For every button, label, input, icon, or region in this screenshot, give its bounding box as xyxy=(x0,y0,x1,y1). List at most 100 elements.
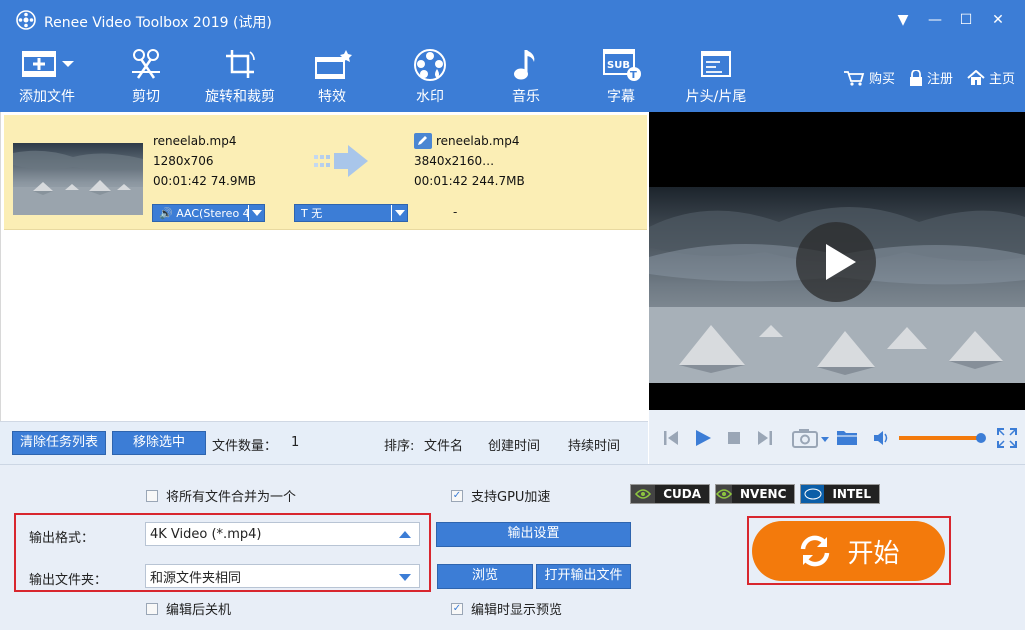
show-preview-checkbox[interactable]: ✓ 编辑时显示预览 xyxy=(451,599,562,618)
sort-by-filename[interactable]: 文件名 xyxy=(424,435,463,454)
window-title: Renee Video Toolbox 2019 (试用) xyxy=(44,15,272,31)
video-preview xyxy=(649,112,1025,410)
output-filename: reneelab.mp4 xyxy=(436,134,520,148)
home-link[interactable]: 主页 xyxy=(967,68,1015,87)
speaker-icon: 🔊 xyxy=(159,206,173,220)
account-links: 购买 注册 主页 xyxy=(843,68,1015,87)
toolbar-label: 旋转和裁剪 xyxy=(205,89,275,105)
open-folder-icon[interactable] xyxy=(836,428,858,446)
previous-icon[interactable] xyxy=(663,430,679,446)
start-button[interactable]: 开始 xyxy=(752,521,945,581)
refresh-icon xyxy=(801,535,830,567)
register-link[interactable]: 注册 xyxy=(909,68,953,87)
chevron-down-icon xyxy=(248,205,264,221)
output-folder-label: 输出文件夹： xyxy=(29,573,108,588)
rotate-crop-icon xyxy=(226,50,255,78)
output-resolution: 3840x2160… xyxy=(414,154,495,168)
file-count-label: 文件数量： xyxy=(212,439,278,454)
output-folder-value: 和源文件夹相同 xyxy=(150,570,242,586)
volume-fill xyxy=(899,436,981,440)
play-overlay-button[interactable] xyxy=(796,222,876,302)
svg-text:SUB: SUB xyxy=(607,60,630,71)
source-duration: 00:01:42 xyxy=(153,174,207,188)
main-toolbar: 添加文件 剪切 旋转和裁剪 特效 水印 音乐 SUB T 字幕 片头/片尾 购买… xyxy=(0,42,1025,112)
toolbar-add-file[interactable]: 添加文件 xyxy=(12,48,82,108)
shutdown-label: 编辑后关机 xyxy=(166,603,232,618)
merge-checkbox-box[interactable] xyxy=(146,489,158,502)
toolbar-label: 水印 xyxy=(416,89,444,105)
chevron-down-icon xyxy=(391,205,407,221)
preview-checkbox-box[interactable]: ✓ xyxy=(451,602,463,615)
volume-slider[interactable] xyxy=(899,433,986,443)
toolbar-label: 音乐 xyxy=(512,89,540,105)
home-icon xyxy=(967,69,985,85)
gpu-checkbox-box[interactable]: ✓ xyxy=(451,489,463,502)
title-bar: Renee Video Toolbox 2019 (试用) ▼ — ☐ ✕ xyxy=(0,0,1025,42)
maximize-button[interactable]: ☐ xyxy=(955,10,977,30)
close-button[interactable]: ✕ xyxy=(987,10,1009,30)
subtitle-t-icon: T xyxy=(301,207,308,220)
toolbar-music[interactable]: 音乐 xyxy=(498,48,554,108)
shutdown-checkbox-box[interactable] xyxy=(146,602,158,615)
gpu-accel-checkbox[interactable]: ✓ 支持GPU加速 xyxy=(451,486,550,505)
app-logo-icon xyxy=(16,10,36,30)
toolbar-label: 剪切 xyxy=(132,89,160,105)
volume-knob[interactable] xyxy=(975,433,986,443)
shutdown-after-checkbox[interactable]: 编辑后关机 xyxy=(146,599,231,618)
video-thumbnail xyxy=(13,143,143,215)
play-button[interactable] xyxy=(694,429,712,447)
toolbar-effects[interactable]: 特效 xyxy=(304,48,360,108)
task-list-actions: 清除任务列表 移除选中 文件数量： 1 排序: 文件名 创建时间 持续时间 xyxy=(0,421,648,464)
next-icon[interactable] xyxy=(757,430,773,446)
browse-button[interactable]: 浏览 xyxy=(437,564,533,589)
volume-icon[interactable] xyxy=(873,430,891,446)
sort-by-duration[interactable]: 持续时间 xyxy=(568,435,620,454)
intel-logo-icon xyxy=(801,485,825,503)
output-format-select[interactable]: 4K Video (*.mp4) xyxy=(145,522,420,546)
chevron-up-icon xyxy=(399,531,411,538)
chevron-down-icon xyxy=(399,574,411,581)
preview-label: 编辑时显示预览 xyxy=(471,603,563,618)
scissors-icon xyxy=(132,49,160,79)
stop-button[interactable] xyxy=(728,432,740,444)
player-controls xyxy=(649,410,1025,464)
fullscreen-icon[interactable] xyxy=(997,428,1017,448)
buy-link[interactable]: 购买 xyxy=(843,68,895,87)
toolbar-rotate-crop[interactable]: 旋转和裁剪 xyxy=(200,48,280,108)
nvidia-eye-icon xyxy=(716,485,732,503)
music-icon xyxy=(514,50,535,80)
cuda-label: CUDA xyxy=(663,487,701,501)
toolbar-label: 添加文件 xyxy=(19,89,75,105)
subtitle-icon: SUB T xyxy=(603,49,641,81)
edit-output-icon[interactable] xyxy=(414,133,432,149)
merge-files-checkbox[interactable]: 将所有文件合并为一个 xyxy=(146,486,296,505)
clear-list-button[interactable]: 清除任务列表 xyxy=(12,431,106,455)
nvidia-eye-icon xyxy=(631,485,656,503)
toolbar-cut[interactable]: 剪切 xyxy=(114,48,178,108)
minimize-button[interactable]: — xyxy=(924,10,946,30)
toolbar-subtitle[interactable]: SUB T 字幕 xyxy=(594,48,648,108)
gpu-label: 支持GPU加速 xyxy=(471,490,551,505)
source-filename: reneelab.mp4 xyxy=(153,134,237,148)
toolbar-watermark[interactable]: 水印 xyxy=(400,48,460,108)
menu-dropdown-button[interactable]: ▼ xyxy=(892,10,914,30)
start-label: 开始 xyxy=(847,538,900,569)
output-settings-button[interactable]: 输出设置 xyxy=(436,522,631,547)
toolbar-label: 特效 xyxy=(318,89,346,105)
watermark-icon xyxy=(414,49,446,81)
subtitle-select[interactable]: T 无 xyxy=(294,204,408,222)
open-output-folder-button[interactable]: 打开输出文件 xyxy=(536,564,631,589)
output-size: 244.7MB xyxy=(471,174,525,188)
add-file-icon xyxy=(22,51,74,77)
toolbar-intro-outro[interactable]: 片头/片尾 xyxy=(678,48,754,108)
output-format-label: 输出格式： xyxy=(29,531,95,546)
remove-selected-button[interactable]: 移除选中 xyxy=(112,431,206,455)
task-row[interactable]: reneelab.mp4 1280x706 00:01:42 74.9MB re… xyxy=(4,115,647,230)
task-list: reneelab.mp4 1280x706 00:01:42 74.9MB re… xyxy=(0,112,648,464)
output-folder-select[interactable]: 和源文件夹相同 xyxy=(145,564,420,588)
snapshot-camera-icon[interactable] xyxy=(792,428,830,448)
nvenc-badge: NVENC xyxy=(715,484,795,504)
sort-by-created[interactable]: 创建时间 xyxy=(488,435,540,454)
audio-track-select[interactable]: 🔊 AAC(Stereo 4 xyxy=(152,204,265,222)
file-count-value: 1 xyxy=(291,435,300,450)
